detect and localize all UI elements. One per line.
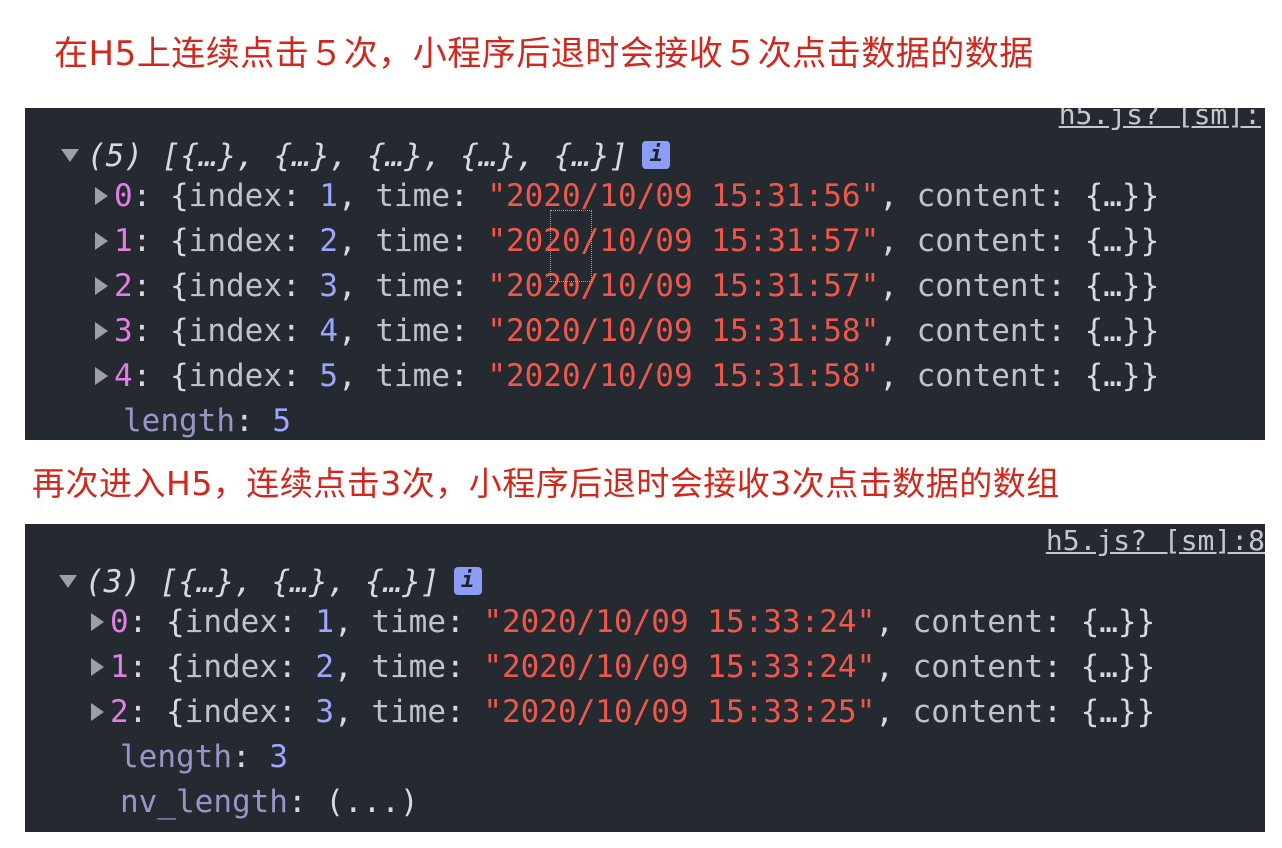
- value-content: {…}: [1084, 313, 1141, 349]
- key-time: time: [375, 178, 450, 214]
- value-time: "2020/10/09 15:31:57": [487, 223, 880, 259]
- array-item-row[interactable]: 4: {index: 5, time: "2020/10/09 15:31:58…: [95, 356, 1159, 396]
- expand-triangle-right-icon[interactable]: [91, 613, 104, 631]
- key-time: time: [375, 268, 450, 304]
- array-index: 2: [110, 694, 129, 730]
- array-index: 4: [114, 358, 133, 394]
- array-index: 1: [114, 223, 133, 259]
- key-index: index: [184, 649, 278, 685]
- array-index: 0: [114, 178, 133, 214]
- key-index: index: [184, 694, 278, 730]
- array-summary-row[interactable]: (5) [{…}, {…}, {…}, {…}, {…}] i: [61, 136, 671, 176]
- value-time: "2020/10/09 15:31:57": [487, 268, 880, 304]
- value-content: {…}: [1084, 223, 1141, 259]
- console-panel-five-clicks: h5.js? [sm]: (5) [{…}, {…}, {…}, {…}, {……: [25, 108, 1265, 440]
- array-index: 3: [114, 313, 133, 349]
- value-index: 3: [315, 694, 334, 730]
- key-index: index: [188, 178, 282, 214]
- array-summary-row[interactable]: (3) [{…}, {…}, {…}] i: [59, 562, 482, 602]
- expand-triangle-right-icon[interactable]: [95, 367, 108, 385]
- value-time: "2020/10/09 15:33:24": [483, 604, 876, 640]
- source-link[interactable]: h5.js? [sm]:: [1059, 108, 1261, 131]
- length-value: 3: [269, 739, 288, 775]
- value-time: "2020/10/09 15:31:58": [487, 358, 880, 394]
- key-content: content: [916, 313, 1048, 349]
- array-index: 1: [110, 649, 129, 685]
- key-time: time: [371, 694, 446, 730]
- key-index: index: [188, 268, 282, 304]
- length-row: length: 3: [120, 739, 288, 775]
- nv-length-row[interactable]: nv_length: (...): [120, 782, 419, 822]
- value-time: "2020/10/09 15:31:58": [487, 313, 880, 349]
- value-content: {…}: [1080, 649, 1137, 685]
- array-item-row[interactable]: 3: {index: 4, time: "2020/10/09 15:31:58…: [95, 311, 1159, 351]
- expand-triangle-right-icon[interactable]: [95, 277, 108, 295]
- key-index: index: [188, 223, 282, 259]
- value-content: {…}: [1084, 178, 1141, 214]
- value-time: "2020/10/09 15:33:24": [483, 649, 876, 685]
- key-time: time: [371, 649, 446, 685]
- key-time: time: [375, 223, 450, 259]
- key-content: content: [912, 694, 1044, 730]
- array-item-row[interactable]: 1: {index: 2, time: "2020/10/09 15:31:57…: [95, 221, 1159, 261]
- key-time: time: [371, 604, 446, 640]
- length-value: 5: [272, 403, 291, 439]
- nv-length-value[interactable]: (...): [325, 784, 418, 820]
- key-index: index: [188, 358, 282, 394]
- array-item-row[interactable]: 0: {index: 1, time: "2020/10/09 15:33:24…: [91, 602, 1155, 642]
- caption-second-test: 再次进入H5，连续点击3次，小程序后退时会接收3次点击数据的数组: [32, 464, 1060, 503]
- value-time: "2020/10/09 15:31:56": [487, 178, 880, 214]
- array-summary: (3) [{…}, {…}, {…}]: [85, 564, 440, 600]
- value-index: 4: [319, 313, 338, 349]
- info-icon[interactable]: i: [453, 566, 482, 595]
- array-index: 0: [110, 604, 129, 640]
- value-index: 2: [315, 649, 334, 685]
- nv-length-key: nv_length: [120, 784, 288, 820]
- expand-triangle-right-icon[interactable]: [95, 187, 108, 205]
- value-index: 1: [319, 178, 338, 214]
- key-time: time: [375, 358, 450, 394]
- console-panel-three-clicks: h5.js? [sm]:8 (3) [{…}, {…}, {…}] i 0: {i…: [25, 524, 1265, 832]
- array-summary: (5) [{…}, {…}, {…}, {…}, {…}]: [87, 138, 629, 174]
- key-time: time: [375, 313, 450, 349]
- value-content: {…}: [1080, 694, 1137, 730]
- source-link[interactable]: h5.js? [sm]:8: [1046, 524, 1265, 557]
- key-content: content: [912, 604, 1044, 640]
- expand-triangle-down-icon[interactable]: [59, 575, 77, 588]
- value-index: 1: [315, 604, 334, 640]
- key-index: index: [188, 313, 282, 349]
- key-content: content: [916, 223, 1048, 259]
- array-item-row[interactable]: 0: {index: 1, time: "2020/10/09 15:31:56…: [95, 176, 1159, 216]
- expand-triangle-right-icon[interactable]: [91, 703, 104, 721]
- expand-triangle-down-icon[interactable]: [61, 149, 79, 162]
- value-content: {…}: [1084, 268, 1141, 304]
- length-row: length: 5: [123, 403, 291, 439]
- length-key: length: [120, 739, 232, 775]
- value-index: 2: [319, 223, 338, 259]
- info-icon[interactable]: i: [642, 140, 671, 169]
- key-index: index: [184, 604, 278, 640]
- caption-first-test: 在H5上连续点击５次，小程序后退时会接收５次点击数据的数据: [54, 34, 1034, 74]
- value-time: "2020/10/09 15:33:25": [483, 694, 876, 730]
- array-item-row[interactable]: 1: {index: 2, time: "2020/10/09 15:33:24…: [91, 647, 1155, 687]
- key-content: content: [916, 178, 1048, 214]
- array-item-row[interactable]: 2: {index: 3, time: "2020/10/09 15:33:25…: [91, 692, 1155, 732]
- length-key: length: [123, 403, 235, 439]
- key-content: content: [912, 649, 1044, 685]
- array-index: 2: [114, 268, 133, 304]
- key-content: content: [916, 268, 1048, 304]
- expand-triangle-right-icon[interactable]: [91, 658, 104, 676]
- array-item-row[interactable]: 2: {index: 3, time: "2020/10/09 15:31:57…: [95, 266, 1159, 306]
- expand-triangle-right-icon[interactable]: [95, 232, 108, 250]
- expand-triangle-right-icon[interactable]: [95, 322, 108, 340]
- value-index: 5: [319, 358, 338, 394]
- value-index: 3: [319, 268, 338, 304]
- focus-outline: [550, 210, 592, 282]
- value-content: {…}: [1084, 358, 1141, 394]
- key-content: content: [916, 358, 1048, 394]
- value-content: {…}: [1080, 604, 1137, 640]
